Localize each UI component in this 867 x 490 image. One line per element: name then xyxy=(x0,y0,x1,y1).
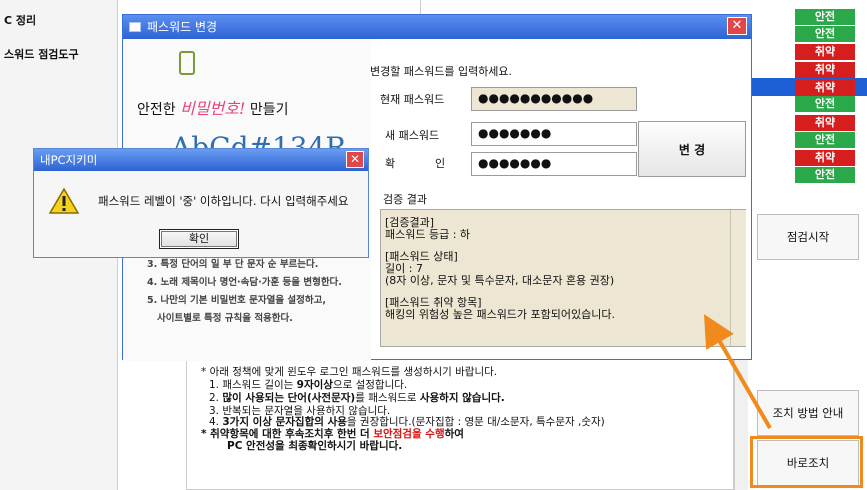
confirm-label-2: 인 xyxy=(435,157,446,170)
window-icon xyxy=(129,22,141,32)
result-line: 패스워드 등급 : 하 xyxy=(385,228,471,241)
result-line: (8자 이상, 문자 및 특수문자, 대소문자 혼용 권장) xyxy=(385,274,615,287)
dialog-title: 패스워드 변경 xyxy=(147,20,218,34)
highlight-box xyxy=(750,436,863,488)
status-badge: 취약 xyxy=(795,44,855,60)
sidebar-item-password-tool[interactable]: 스워드 점검도구 xyxy=(0,44,122,66)
art-heading: 안전한 비밀번호! 만들기 xyxy=(137,99,289,118)
status-badge: 취약 xyxy=(795,150,855,166)
status-badge: 안전 xyxy=(795,96,855,112)
alert-titlebar[interactable]: 내PC지키미 ✕ xyxy=(34,149,368,171)
status-badge: 안전 xyxy=(795,9,855,25)
warning-icon xyxy=(48,187,80,214)
alert-message: 패스워드 레벨이 '중' 이하입니다. 다시 입력해주세요 xyxy=(98,194,349,208)
current-password-field[interactable]: ●●●●●●●●●●● xyxy=(471,87,637,111)
confirm-label: 확 xyxy=(385,157,396,170)
new-password-field[interactable]: ●●●●●●● xyxy=(471,122,637,146)
status-badge: 취약 xyxy=(795,62,855,78)
current-password-label: 현재 패스워드 xyxy=(380,93,445,106)
warning-alert-dialog: 내PC지키미 ✕ 패스워드 레벨이 '중' 이하입니다. 다시 입력해주세요 확… xyxy=(33,148,369,258)
status-badge: 안전 xyxy=(795,132,855,148)
alert-title: 내PC지키미 xyxy=(40,153,98,167)
annotation-arrow xyxy=(703,314,772,430)
tip-line: 3. 특정 단어의 일 부 단 문자 순 부르는다. xyxy=(147,259,319,270)
guide-line: PC 안전성을 최종확인하시기 바랍니다. xyxy=(227,440,403,452)
status-badge: 안전 xyxy=(795,167,855,183)
tip-line: 4. 노래 제목이나 명언·속담·가훈 등을 변형한다. xyxy=(147,277,342,288)
prompt-text: 변경할 패스워드를 입력하세요. xyxy=(370,65,513,78)
close-icon[interactable]: ✕ xyxy=(346,151,364,168)
tip-line: 5. 나만의 기본 비밀번호 문자열을 설정하고, xyxy=(147,295,326,306)
ok-button[interactable]: 확인 xyxy=(159,229,239,249)
status-badge: 취약 xyxy=(795,80,855,96)
status-badge: 취약 xyxy=(795,115,855,131)
new-password-label: 새 패스워드 xyxy=(385,129,440,142)
tip-line: 사이트별로 특정 규칙을 적용한다. xyxy=(157,313,293,324)
close-icon[interactable]: ✕ xyxy=(727,17,747,35)
start-check-button[interactable]: 점검시작 xyxy=(757,214,859,260)
result-line: 해킹의 위험성 높은 패스워드가 포함되어있습니다. xyxy=(385,308,616,321)
change-password-button[interactable]: 변 경 xyxy=(638,121,746,177)
paperclip-icon xyxy=(179,51,195,75)
sidebar-item-cleanup[interactable]: C 정리 xyxy=(0,10,122,32)
status-badge: 안전 xyxy=(795,26,855,42)
result-label: 검증 결과 xyxy=(383,193,427,206)
dialog-titlebar[interactable]: 패스워드 변경 ✕ xyxy=(123,15,751,39)
confirm-password-field[interactable]: ●●●●●●● xyxy=(471,152,637,176)
